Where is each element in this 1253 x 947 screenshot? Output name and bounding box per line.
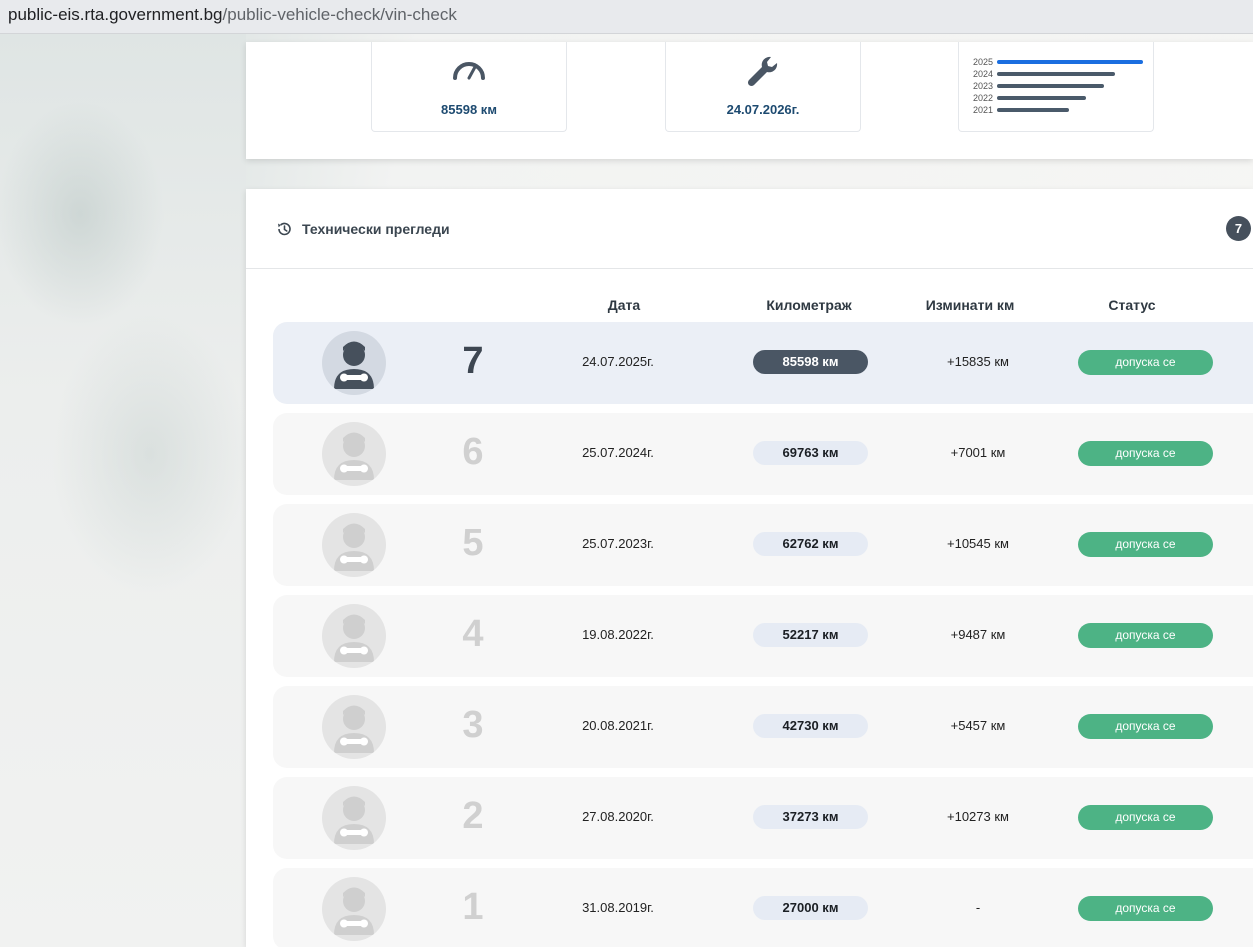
year-bar-row: 2021	[969, 104, 1143, 116]
inspection-row[interactable]: 3 20.08.2021г. 42730 км +5457 км допуска се	[273, 686, 1253, 768]
inspection-row[interactable]: 7 24.07.2025г. 85598 км +15835 км допуска се	[273, 322, 1253, 404]
mechanic-avatar-icon	[322, 786, 386, 850]
mileage-badge: 27000 км	[753, 896, 868, 920]
status-badge: допуска се	[1078, 714, 1213, 739]
year-bar	[997, 96, 1086, 100]
mileage-badge: 69763 км	[753, 441, 868, 465]
status-badge: допуска се	[1078, 350, 1213, 375]
history-icon	[278, 222, 291, 236]
url-path: /public-vehicle-check/vin-check	[222, 5, 457, 24]
mileage-badge: 62762 км	[753, 532, 868, 556]
speedometer-icon	[453, 62, 485, 80]
mechanic-avatar-icon	[322, 422, 386, 486]
background-image	[0, 34, 246, 947]
year-bar-chart: 2025 2024 2023 2022 2021	[969, 56, 1143, 116]
status-badge: допуска се	[1078, 805, 1213, 830]
inspection-row[interactable]: 4 19.08.2022г. 52217 км +9487 км допуска се	[273, 595, 1253, 677]
year-bar-row: 2025	[969, 56, 1143, 68]
inspection-number: 6	[462, 431, 484, 473]
wrench-icon	[747, 56, 778, 87]
status-badge: допуска се	[1078, 623, 1213, 648]
mileage-badge: 37273 км	[753, 805, 868, 829]
inspection-date: 25.07.2023г.	[582, 536, 654, 551]
distance-travelled: +7001 км	[950, 445, 1006, 460]
inspection-number: 4	[462, 613, 484, 655]
distance-travelled: -	[975, 900, 981, 915]
inspection-row[interactable]: 1 31.08.2019г. 27000 км - допуска се	[273, 868, 1253, 947]
mileage-badge: 85598 км	[753, 350, 868, 374]
inspections-count-badge: 7	[1226, 216, 1251, 241]
mechanic-avatar-icon	[322, 877, 386, 941]
inspection-date: 27.08.2020г.	[582, 809, 654, 824]
status-badge: допуска се	[1078, 441, 1213, 466]
year-chart-tile: 2025 2024 2023 2022 2021	[958, 42, 1154, 132]
distance-travelled: +9487 км	[950, 627, 1006, 642]
inspection-row[interactable]: 6 25.07.2024г. 69763 км +7001 км допуска се	[273, 413, 1253, 495]
inspection-number: 3	[462, 704, 484, 746]
column-header-diff: Изминати км	[925, 297, 1015, 313]
status-badge: допуска се	[1078, 896, 1213, 921]
distance-travelled: +10273 км	[947, 809, 1009, 824]
year-label: 2025	[972, 57, 994, 67]
year-bar	[997, 108, 1069, 112]
year-bar	[997, 60, 1143, 64]
year-label: 2022	[972, 93, 994, 103]
address-bar[interactable]: public-eis.rta.government.bg/public-vehi…	[0, 0, 1253, 34]
distance-travelled: +5457 км	[950, 718, 1006, 733]
inspection-number: 7	[462, 340, 484, 382]
distance-travelled: +10545 км	[947, 536, 1009, 551]
status-badge: допуска се	[1078, 532, 1213, 557]
column-header-mileage: Километраж	[766, 297, 852, 313]
year-label: 2023	[972, 81, 994, 91]
mileage-badge: 42730 км	[753, 714, 868, 738]
inspection-date: 25.07.2024г.	[582, 445, 654, 460]
year-bar-row: 2023	[969, 80, 1143, 92]
year-bar	[997, 84, 1104, 88]
next-inspection-value: 24.07.2026г.	[726, 102, 800, 117]
inspection-date: 20.08.2021г.	[582, 718, 654, 733]
mechanic-avatar-icon	[322, 513, 386, 577]
year-label: 2021	[972, 105, 994, 115]
inspection-date: 31.08.2019г.	[582, 900, 654, 915]
mechanic-avatar-icon	[322, 604, 386, 668]
mechanic-avatar-icon	[322, 695, 386, 759]
url-host: public-eis.rta.government.bg	[8, 5, 223, 24]
inspection-number: 2	[462, 795, 484, 837]
mileage-tile: 85598 км	[371, 42, 567, 132]
column-header-status: Статус	[1108, 297, 1156, 313]
mechanic-avatar-icon	[322, 331, 386, 395]
inspection-number: 5	[462, 522, 484, 564]
column-header-date: Дата	[607, 297, 641, 313]
year-bar-row: 2022	[969, 92, 1143, 104]
inspection-row[interactable]: 2 27.08.2020г. 37273 км +10273 км допуска се	[273, 777, 1253, 859]
inspection-date: 19.08.2022г.	[582, 627, 654, 642]
year-label: 2024	[972, 69, 994, 79]
inspection-number: 1	[462, 886, 484, 928]
inspections-card: Технически прегледи 7 Дата Километраж Из…	[246, 189, 1253, 947]
mileage-value: 85598 км	[441, 102, 497, 117]
inspection-row[interactable]: 5 25.07.2023г. 62762 км +10545 км допуска се	[273, 504, 1253, 586]
inspections-title: Технически прегледи	[302, 221, 450, 237]
inspections-header: Технически прегледи 7	[246, 189, 1253, 269]
mileage-badge: 52217 км	[753, 623, 868, 647]
year-bar-row: 2024	[969, 68, 1143, 80]
distance-travelled: +15835 км	[947, 354, 1009, 369]
year-bar	[997, 72, 1115, 76]
summary-card: 85598 км 24.07.2026г. 2025 2024 2023 2022 20…	[246, 42, 1253, 159]
inspection-date: 24.07.2025г.	[582, 354, 654, 369]
next-inspection-tile: 24.07.2026г.	[665, 42, 861, 132]
